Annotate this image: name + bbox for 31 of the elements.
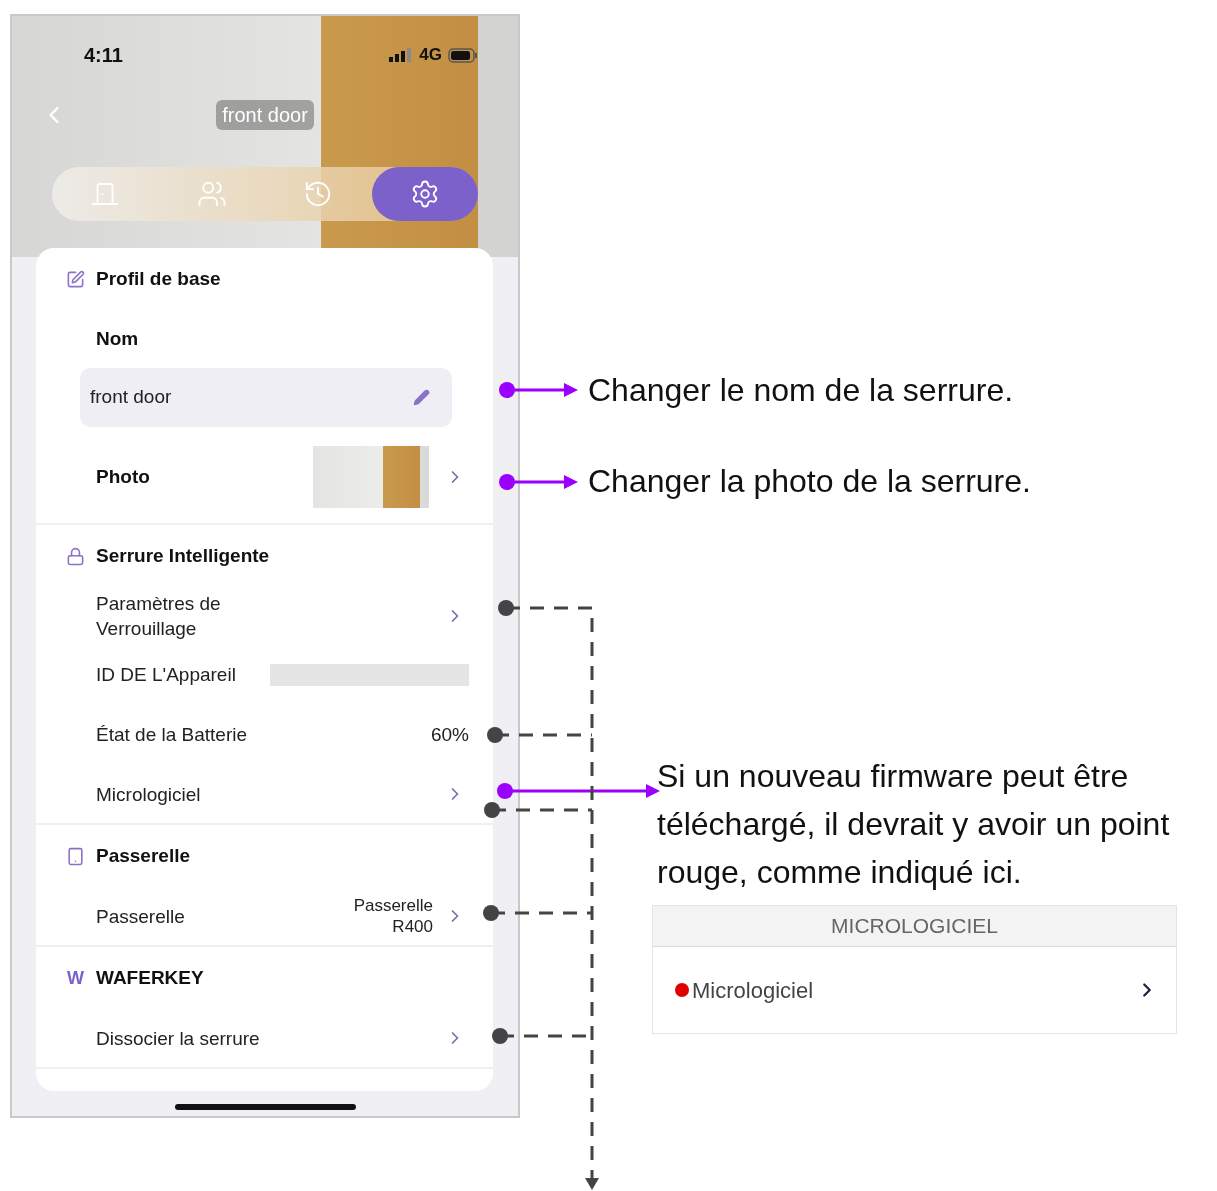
panel-header: MICROLOGICIEL xyxy=(831,913,998,940)
annotation-text: Si un nouveau firmware peut être téléchargé, il devrait y avoir un point rouge, comme indiqué ici. xyxy=(657,757,1171,892)
users-icon xyxy=(196,179,227,209)
section-title: Passerelle xyxy=(96,843,191,868)
row-label: ID DE L'Appareil xyxy=(96,662,236,687)
photo-row[interactable]: Photo xyxy=(36,431,493,523)
battery-icon xyxy=(448,47,478,63)
row-value: 60% xyxy=(430,722,469,747)
tab[interactable] xyxy=(371,167,478,221)
lock-icon xyxy=(66,546,85,566)
status-time: 4:11 xyxy=(84,43,123,68)
edit-icon xyxy=(66,269,85,289)
network-label: 4G xyxy=(419,44,442,67)
firmware-row[interactable]: Micrologiciel xyxy=(653,947,1176,1033)
settings-row[interactable]: Paramètres de Verrouillage xyxy=(36,587,493,645)
settings-row[interactable]: Micrologiciel xyxy=(36,765,493,823)
device-icon xyxy=(66,846,85,866)
pencil-icon xyxy=(413,389,430,406)
field-label: Nom xyxy=(96,326,139,351)
annotation-text: Changer le nom de la serrure. xyxy=(588,371,1014,410)
section-title: Serrure Intelligente xyxy=(96,543,270,568)
name-input-field[interactable]: front door xyxy=(80,368,452,427)
settings-row[interactable]: Passerelle Passerelle R400 xyxy=(36,887,493,945)
row-label: État de la Batterie xyxy=(96,722,249,747)
brand-letter-icon: W xyxy=(66,969,85,987)
signal-icon xyxy=(389,48,414,62)
annotation-text: Changer la photo de la serrure. xyxy=(588,462,1031,501)
nav-title: front door xyxy=(216,100,314,130)
settings-row[interactable]: Dissocier la serrure xyxy=(36,1009,493,1067)
section-title: WAFERKEY xyxy=(96,965,204,990)
section-title: Profil de base xyxy=(96,266,221,291)
